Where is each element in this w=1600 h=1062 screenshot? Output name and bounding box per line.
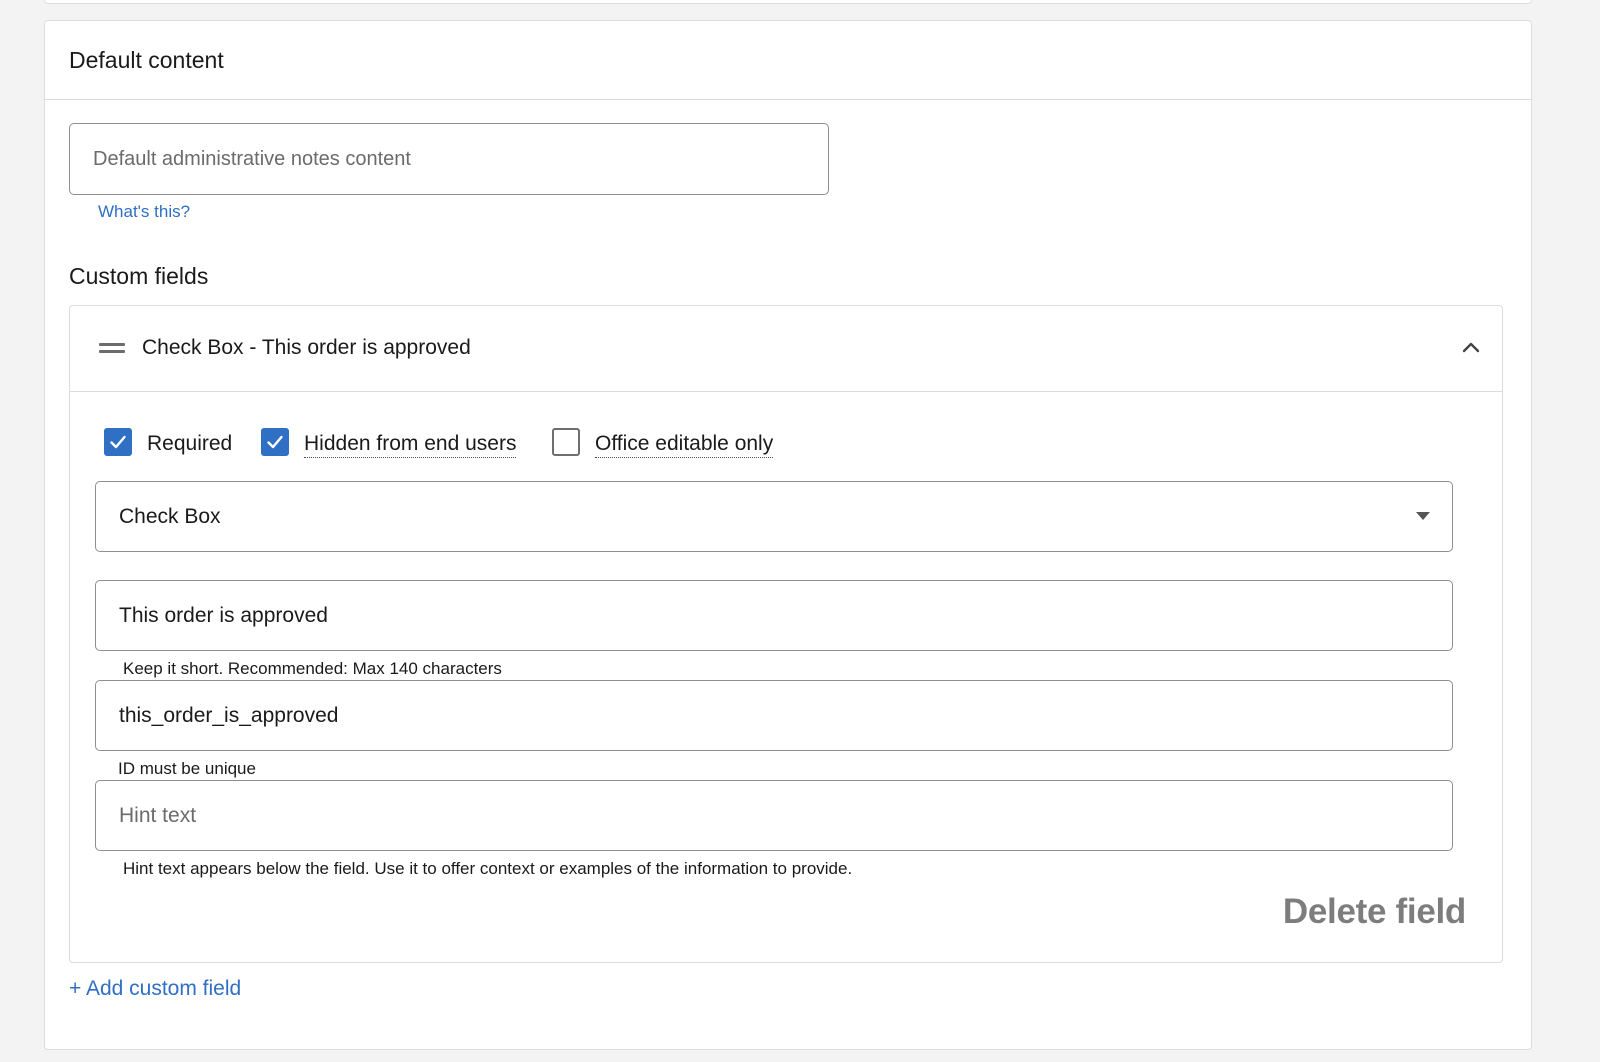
previous-card-edge (44, 0, 1532, 4)
field-label-help: Keep it short. Recommended: Max 140 char… (123, 659, 502, 678)
field-type-value: Check Box (119, 505, 221, 528)
office-editable-only-checkbox[interactable] (552, 428, 580, 456)
caret-down-icon (1416, 512, 1430, 520)
checkmark-icon (110, 435, 126, 449)
whats-this-link[interactable]: What's this? (98, 202, 190, 222)
custom-field-title: Check Box - This order is approved (142, 336, 471, 359)
office-editable-only-label[interactable]: Office editable only (595, 432, 774, 458)
hint-text-input[interactable] (95, 780, 1453, 851)
custom-field-header[interactable]: Check Box - This order is approved (70, 306, 1502, 392)
custom-fields-title: Custom fields (69, 263, 209, 289)
field-id-input[interactable] (95, 680, 1453, 751)
field-label-input[interactable] (95, 580, 1453, 651)
field-id-help: ID must be unique (118, 759, 256, 778)
default-content-card: Default content What's this? Custom fiel… (44, 20, 1532, 1050)
hint-text-help: Hint text appears below the field. Use i… (123, 859, 853, 878)
collapse-button[interactable] (1456, 332, 1486, 362)
add-custom-field-link[interactable]: + Add custom field (69, 977, 241, 1001)
hidden-from-end-users-label[interactable]: Hidden from end users (304, 432, 517, 458)
card-title: Default content (69, 47, 224, 73)
field-type-select[interactable]: Check Box (95, 481, 1453, 552)
default-notes-input[interactable] (69, 123, 829, 195)
delete-field-button[interactable]: Delete field (1283, 892, 1466, 932)
custom-field-panel: Check Box - This order is approved Requi… (69, 305, 1503, 963)
drag-handle-icon[interactable] (99, 343, 125, 353)
hidden-from-end-users-checkbox[interactable] (261, 428, 289, 456)
card-header: Default content (45, 21, 1531, 100)
checkmark-icon (267, 435, 283, 449)
required-label[interactable]: Required (147, 432, 232, 456)
required-checkbox[interactable] (104, 428, 132, 456)
chevron-up-icon (1462, 342, 1480, 353)
